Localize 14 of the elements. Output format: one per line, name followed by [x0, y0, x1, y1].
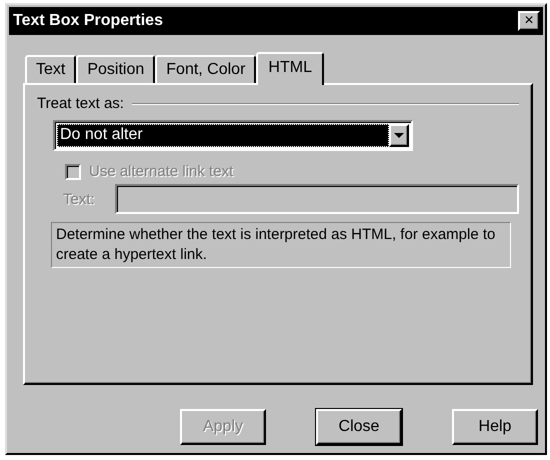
tab[interactable]: Text: [25, 55, 76, 83]
checkbox-label: Use alternate link text: [89, 163, 234, 180]
dropdown-value: Do not alter: [57, 124, 389, 147]
group-label: Treat text as:: [37, 95, 124, 112]
description-text: Determine whether the text is interpreted as HTML, for example to create a hypertext link.: [51, 222, 511, 268]
dialog-button[interactable]: Close: [316, 409, 402, 445]
close-button[interactable]: ×: [518, 11, 540, 31]
dialog-button[interactable]: Help: [452, 409, 538, 445]
tab[interactable]: Position: [76, 55, 156, 83]
tab[interactable]: HTML: [256, 52, 324, 85]
tab[interactable]: Font, Color: [155, 55, 256, 83]
treat-as-dropdown[interactable]: Do not alter: [53, 120, 413, 151]
window-title: Text Box Properties: [13, 12, 163, 30]
field-label: Text:: [63, 190, 96, 208]
